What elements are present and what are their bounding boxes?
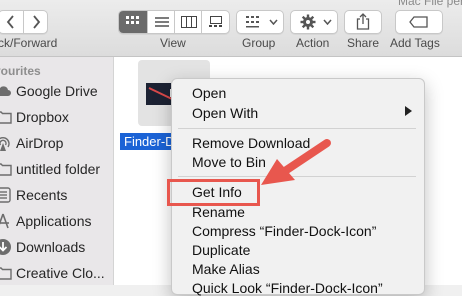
gallery-icon	[209, 16, 222, 27]
share-button[interactable]	[344, 10, 382, 34]
list-view-button[interactable]	[147, 11, 175, 33]
menu-item-rename[interactable]: Rename	[192, 204, 245, 220]
chevron-right-icon	[33, 15, 41, 29]
menu-item-make-alias[interactable]: Make Alias	[192, 261, 260, 277]
sidebar-item-recents[interactable]: Recents	[0, 184, 113, 206]
applications-icon	[0, 213, 9, 229]
list-icon	[154, 17, 169, 27]
view-label: View	[160, 36, 186, 50]
icon-view-button[interactable]	[119, 11, 147, 33]
download-icon	[0, 239, 11, 255]
sidebar-item-label: untitled folder	[16, 161, 101, 177]
view-segmented-control	[118, 10, 230, 34]
share-icon	[356, 13, 370, 30]
folder-icon	[0, 163, 12, 176]
gear-icon	[300, 14, 316, 30]
tag-icon	[409, 16, 428, 28]
folder-icon	[0, 267, 12, 280]
cloud-icon	[0, 86, 11, 96]
sidebar-item-label: Recents	[16, 187, 68, 203]
sidebar: vourites Google Drive Dropbox AirDrop un…	[0, 57, 114, 285]
menu-separator	[178, 128, 416, 129]
group-grid-icon	[246, 16, 259, 28]
chevron-left-icon	[6, 15, 14, 29]
sidebar-item-airdrop[interactable]: AirDrop	[0, 132, 113, 154]
add-tags-button[interactable]	[395, 10, 443, 34]
folder-icon	[0, 111, 12, 124]
sidebar-item-creative-cloud[interactable]: Creative Clo...	[0, 262, 113, 284]
menu-item-open-with[interactable]: Open With	[192, 105, 258, 121]
sidebar-heading: vourites	[0, 64, 41, 78]
icon-grid-icon	[126, 16, 139, 24]
file-name-label[interactable]: Finder-D	[120, 133, 179, 150]
gallery-view-button[interactable]	[201, 11, 230, 33]
share-label: Share	[347, 36, 380, 50]
sidebar-item-label: Applications	[16, 213, 92, 229]
menu-item-quick-look[interactable]: Quick Look “Finder-Dock-Icon”	[192, 280, 383, 296]
columns-icon	[180, 16, 197, 28]
sidebar-item-label: Creative Clo...	[16, 265, 105, 281]
sidebar-item-label: Downloads	[16, 239, 86, 255]
menu-item-open[interactable]: Open	[192, 85, 226, 101]
sidebar-item-downloads[interactable]: Downloads	[0, 236, 113, 258]
toolbar: Mac File perm ck/Forward View	[0, 0, 462, 57]
sidebar-item-applications[interactable]: Applications	[0, 210, 113, 232]
group-button[interactable]	[236, 10, 284, 34]
nav-label: ck/Forward	[0, 36, 58, 50]
annotation-arrow-icon	[261, 139, 331, 185]
sidebar-item-google-drive[interactable]: Google Drive	[0, 80, 113, 102]
sidebar-item-label: Dropbox	[16, 109, 69, 125]
sidebar-item-untitled-folder[interactable]: untitled folder	[0, 158, 113, 180]
sidebar-item-label: Google Drive	[16, 83, 98, 99]
action-label: Action	[296, 36, 330, 50]
column-view-button[interactable]	[174, 11, 202, 33]
highlight-box	[167, 179, 260, 206]
submenu-arrow-icon	[405, 106, 412, 116]
back-forward-control	[0, 10, 48, 34]
back-button[interactable]	[0, 11, 22, 33]
menu-item-compress[interactable]: Compress “Finder-Dock-Icon”	[192, 223, 376, 239]
add-tags-label: Add Tags	[390, 36, 440, 50]
clock-icon	[0, 187, 11, 203]
group-label: Group	[242, 36, 276, 50]
window-title: Mac File perm	[398, 0, 462, 8]
airdrop-icon	[0, 137, 10, 151]
forward-button[interactable]	[23, 11, 48, 33]
sidebar-item-dropbox[interactable]: Dropbox	[0, 106, 113, 128]
sidebar-item-label: AirDrop	[16, 135, 64, 151]
chevron-down-icon	[269, 19, 278, 25]
menu-item-duplicate[interactable]: Duplicate	[192, 242, 250, 258]
chevron-down-icon	[323, 19, 332, 25]
action-button[interactable]	[290, 10, 338, 34]
